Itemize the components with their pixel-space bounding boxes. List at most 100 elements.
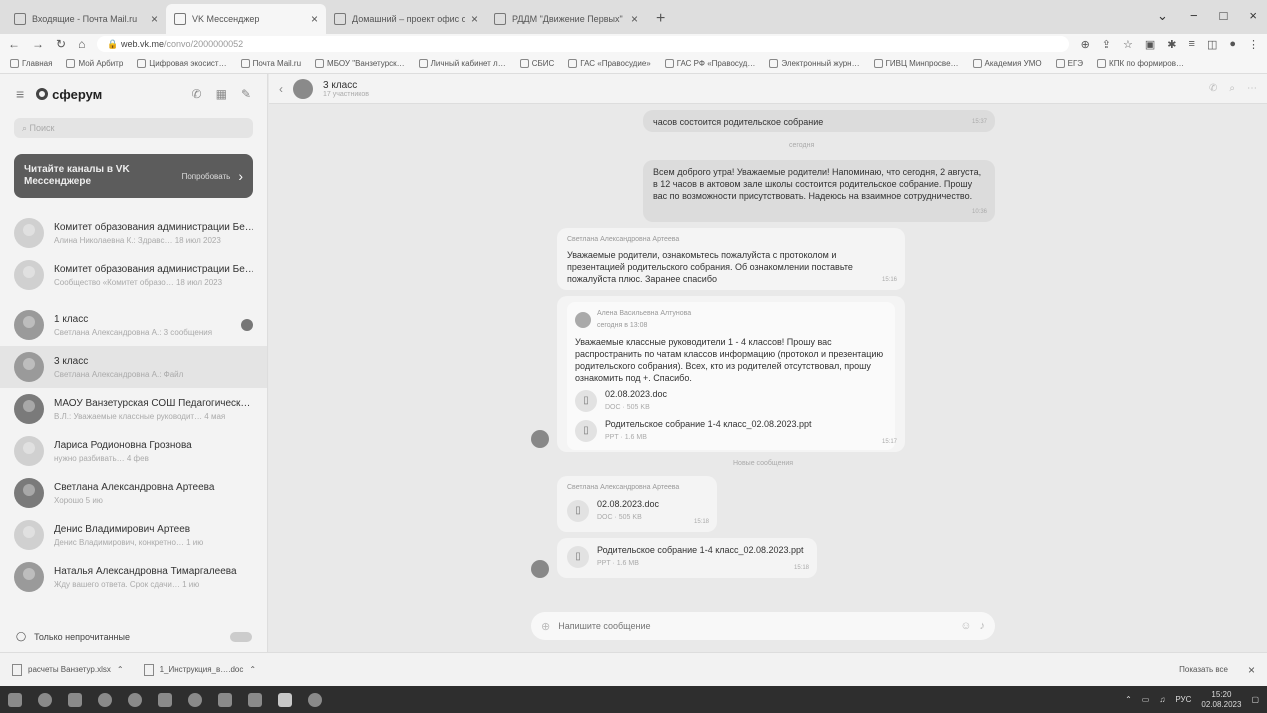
chrome-icon[interactable]: [128, 692, 142, 707]
close-window-icon[interactable]: ×: [1249, 8, 1257, 24]
call-icon[interactable]: ✆: [192, 87, 202, 101]
chevron-up-icon[interactable]: ⌃: [249, 665, 256, 674]
new-tab-button[interactable]: +: [646, 10, 675, 34]
bookmark[interactable]: Личный кабинет л…: [418, 59, 506, 68]
forward-icon[interactable]: →: [32, 37, 44, 51]
chat-list-item[interactable]: Комитет образования администрации Бе… Али…: [0, 212, 267, 254]
file-attachment[interactable]: ▯ 02.08.2023.doc DOC · 505 KB: [567, 498, 707, 524]
message-incoming[interactable]: Светлана Александровна Артеева Уважаемые…: [557, 228, 905, 290]
sidepanel-icon[interactable]: ◫: [1207, 38, 1217, 51]
browser-tab-active[interactable]: VK Мессенджер ×: [166, 4, 326, 34]
chat-list-item[interactable]: Комитет образования администрации Бе… Соо…: [0, 254, 267, 296]
chat-list-item-selected[interactable]: 3 класс Светлана Александровна А.: Файл: [0, 346, 267, 388]
download-item[interactable]: 1_Инструкция_в….doc ⌃: [143, 663, 256, 676]
chat-list-item[interactable]: Светлана Александровна Артеева Хорошо 5 и…: [0, 472, 267, 514]
tab-search-icon[interactable]: ⌄: [1157, 8, 1168, 24]
browser-tab[interactable]: Домашний – проект офис он…×: [326, 4, 486, 34]
bookmark[interactable]: КПК по формиров…: [1097, 59, 1184, 68]
chat-list-item[interactable]: Лариса Родионовна Грознова нужно разбиват…: [0, 430, 267, 472]
message-incoming[interactable]: ▯ Родительское собрание 1-4 класс_02.08.…: [557, 538, 817, 578]
bookmark[interactable]: Электронный журн…: [769, 59, 860, 68]
minimize-icon[interactable]: −: [1190, 8, 1198, 24]
store-icon[interactable]: [218, 692, 232, 707]
extension-icon[interactable]: ▣: [1145, 38, 1155, 51]
close-tab-icon[interactable]: ×: [631, 12, 638, 26]
download-item[interactable]: расчеты Ванзетур.xlsx ⌃: [12, 663, 124, 676]
bookmark[interactable]: СБИС: [519, 59, 554, 68]
browser-tab[interactable]: РДДМ "Движение Первых" ×: [486, 4, 646, 34]
close-icon[interactable]: ×: [1248, 663, 1255, 677]
chevron-up-icon[interactable]: ⌃: [1125, 695, 1132, 704]
chat-list-item[interactable]: Наталья Александровна Тимаргалеева Жду ва…: [0, 556, 267, 598]
clock[interactable]: 15:20 02.08.2023: [1201, 690, 1241, 710]
microphone-icon[interactable]: ♪: [980, 620, 986, 632]
file-attachment[interactable]: ▯ Родительское собрание 1-4 класс_02.08.…: [567, 544, 807, 570]
network-icon[interactable]: ▭: [1142, 695, 1150, 704]
browser-tab[interactable]: Входящие - Почта Mail.ru ×: [6, 4, 166, 34]
avatar[interactable]: [531, 430, 549, 448]
menu-icon[interactable]: ≡: [16, 86, 24, 102]
compose-icon[interactable]: ✎: [241, 87, 251, 101]
bookmark[interactable]: Академия УМО: [972, 59, 1042, 68]
attach-icon[interactable]: ⊕: [541, 620, 550, 633]
emoji-icon[interactable]: ☺: [960, 620, 971, 632]
bookmark[interactable]: ГИВЦ Минпросве…: [873, 59, 959, 68]
close-tab-icon[interactable]: ×: [151, 12, 158, 26]
search-icon[interactable]: [38, 692, 52, 707]
bookmark[interactable]: Главная: [10, 59, 52, 68]
avatar[interactable]: [293, 78, 313, 99]
unread-toggle[interactable]: [230, 631, 252, 642]
promo-banner[interactable]: Читайте каналы в VK Мессенджере Попробов…: [14, 154, 253, 198]
app-icon[interactable]: [308, 692, 322, 707]
chevron-right-icon[interactable]: ›: [238, 168, 243, 184]
mail-icon[interactable]: [248, 692, 262, 707]
home-icon[interactable]: ⌂: [78, 37, 85, 51]
message-incoming[interactable]: Светлана Александровна Артеева ▯ 02.08.2…: [557, 476, 717, 532]
notifications-icon[interactable]: ▢: [1251, 695, 1259, 704]
puzzle-icon[interactable]: ✱: [1167, 38, 1176, 51]
language-indicator[interactable]: РУС: [1175, 695, 1191, 704]
chevron-up-icon[interactable]: ⌃: [117, 665, 124, 674]
promo-try-button[interactable]: Попробовать: [182, 172, 231, 181]
task-view-icon[interactable]: [68, 692, 82, 707]
calendar-icon[interactable]: ▦: [216, 87, 227, 101]
message-own[interactable]: Всем доброго утра! Уважаемые родители! Н…: [643, 160, 995, 222]
more-icon[interactable]: ⋯: [1247, 83, 1257, 94]
share-icon[interactable]: ⇪: [1102, 38, 1111, 51]
star-icon[interactable]: ☆: [1123, 38, 1133, 51]
search-icon[interactable]: ⌕: [1229, 83, 1235, 94]
bookmark[interactable]: Почта Mail.ru: [240, 59, 301, 68]
call-icon[interactable]: ✆: [1209, 83, 1217, 94]
close-tab-icon[interactable]: ×: [471, 12, 478, 26]
bookmark[interactable]: ГАС «Правосудие»: [568, 59, 651, 68]
app-logo[interactable]: сферум: [36, 87, 102, 102]
url-input[interactable]: 🔒 web.vk.me/convo/2000000052: [97, 36, 1069, 52]
bookmark[interactable]: ГАС РФ «Правосуд…: [664, 59, 755, 68]
file-attachment[interactable]: ▯ Родительское собрание 1-4 класс_02.08.…: [575, 418, 887, 444]
bookmark[interactable]: ЕГЭ: [1055, 59, 1083, 68]
chat-list-item[interactable]: МАОУ Ванзетурская СОШ Педагогическ… В.Л.:…: [0, 388, 267, 430]
chat-list-item[interactable]: Денис Владимирович Артеев Денис Владимиро…: [0, 514, 267, 556]
back-icon[interactable]: ‹: [279, 82, 283, 96]
reload-icon[interactable]: ↻: [56, 37, 66, 51]
back-icon[interactable]: ←: [8, 37, 20, 51]
reading-list-icon[interactable]: ≡: [1189, 38, 1195, 51]
file-attachment[interactable]: ▯ 02.08.2023.doc DOC · 505 KB: [575, 388, 887, 414]
chat-list-item[interactable]: 1 класс Светлана Александровна А.: 3 сооб…: [0, 304, 267, 346]
menu-icon[interactable]: ⋮: [1248, 38, 1259, 51]
close-tab-icon[interactable]: ×: [311, 12, 318, 26]
file-explorer-icon[interactable]: [158, 692, 172, 707]
conversation-title[interactable]: 3 класс: [323, 80, 369, 91]
bookmark[interactable]: Цифровая экосист…: [137, 59, 227, 68]
volume-icon[interactable]: ♫: [1159, 695, 1165, 704]
windows-start-icon[interactable]: [8, 692, 22, 707]
message-forwarded[interactable]: Алена Васильевна Алтунова сегодня в 13:0…: [557, 296, 905, 452]
yandex-icon[interactable]: [188, 692, 202, 707]
show-all-button[interactable]: Показать все: [1179, 665, 1228, 674]
edge-icon[interactable]: [98, 692, 112, 707]
bookmark[interactable]: МБОУ "Ванзетурск…: [315, 59, 405, 68]
app-icon[interactable]: [278, 692, 292, 707]
message-own[interactable]: часов состоится родительское собрание 15…: [643, 110, 995, 132]
profile-icon[interactable]: ●: [1229, 38, 1236, 51]
avatar[interactable]: [531, 560, 549, 578]
